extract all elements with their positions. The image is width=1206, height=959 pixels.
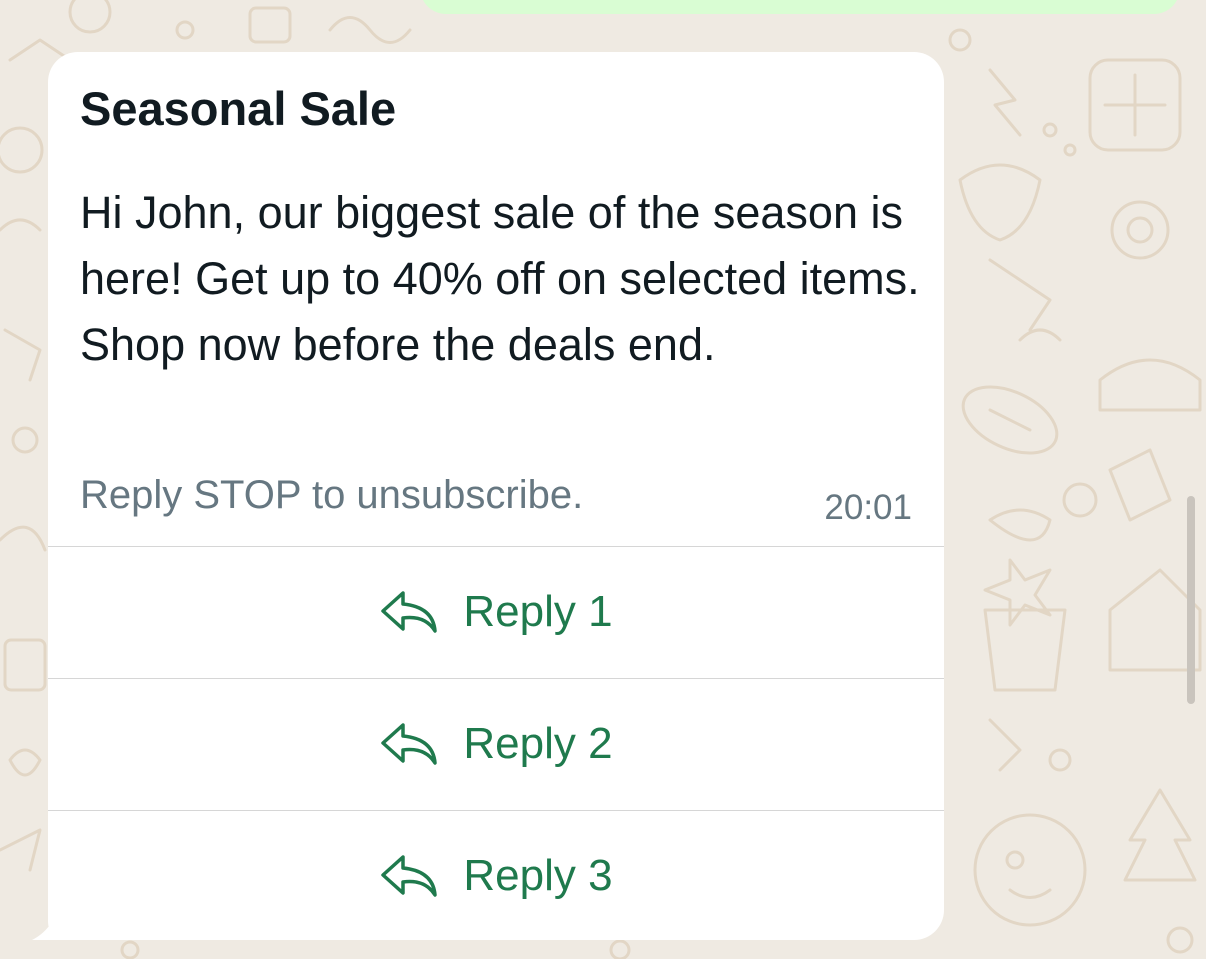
chat-scrollbar[interactable] [1187,496,1195,704]
quick-reply-button-3[interactable]: Reply 3 [48,810,944,941]
quick-reply-button-2[interactable]: Reply 2 [48,678,944,809]
reply-arrow-icon [381,723,438,765]
quick-reply-label: Reply 3 [463,851,613,900]
reply-arrow-icon [381,855,438,897]
message-timestamp: 20:01 [824,488,912,527]
quick-reply-label: Reply 1 [463,587,613,636]
message-title: Seasonal Sale [80,82,397,135]
previous-sent-message [420,0,1180,14]
quick-reply-button-1[interactable]: Reply 1 [48,546,944,677]
message-footer: Reply STOP to unsubscribe. [80,473,584,517]
reply-arrow-icon [381,591,438,633]
message-body: Hi John, our biggest sale of the season … [80,187,920,370]
quick-reply-label: Reply 2 [463,719,613,768]
incoming-message-bubble: Seasonal Sale Hi John, our biggest sale … [48,52,944,940]
